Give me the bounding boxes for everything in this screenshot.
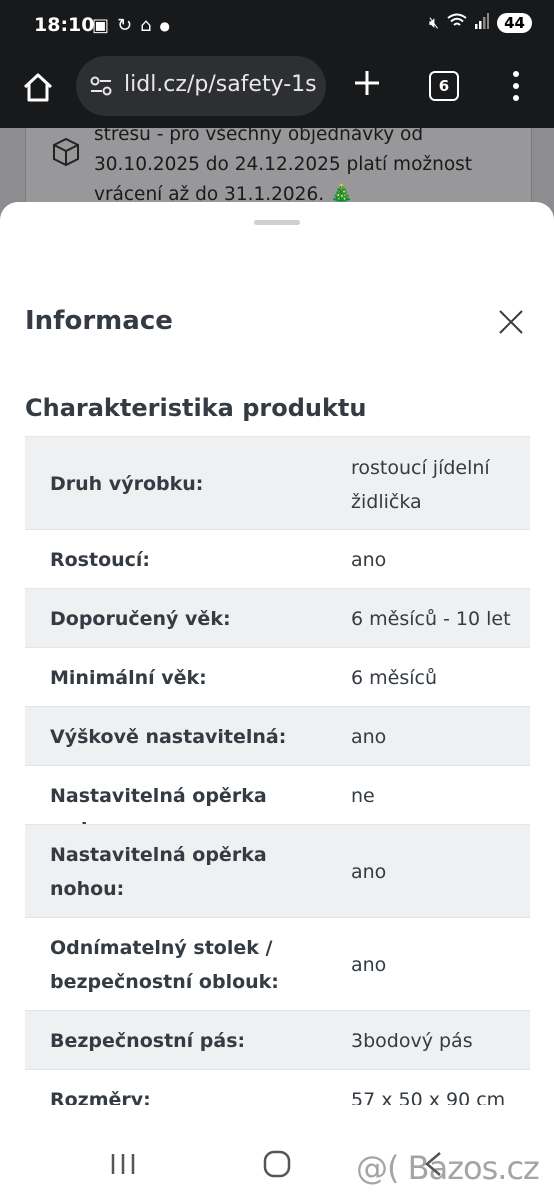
row-value: 3bodový pás [351, 1030, 473, 1052]
sheet-drag-handle[interactable] [254, 220, 300, 225]
row-value: ano [351, 549, 387, 571]
row-key: Rozměry: [50, 1089, 151, 1105]
row-key: Bezpečnostní pás: [50, 1030, 246, 1052]
row-value: 6 měsíců - 10 let [351, 608, 511, 630]
table-row: Nastavitelná opěrka zad: ne [25, 765, 530, 841]
browser-toolbar: lidl.cz/p/safety-1s 6 [0, 56, 554, 128]
battery-indicator: 44 [497, 13, 532, 33]
home-icon [23, 73, 53, 102]
status-bar: 18:10 ▣ ↻ ⌂ ● 🔇︎ 44 [0, 0, 554, 56]
section-title: Charakteristika produktu [25, 394, 367, 422]
table-row: Rozměry: 57 x 50 x 90 cm [25, 1069, 530, 1105]
url-text: lidl.cz/p/safety-1s [124, 72, 317, 97]
recent-apps-button[interactable] [110, 1153, 136, 1175]
row-value: ano [351, 954, 387, 976]
row-value: ano [351, 726, 387, 748]
browser-menu-button[interactable] [506, 68, 526, 104]
row-key: Odnímatelný stolek / bezpečnostní oblouk… [50, 937, 279, 993]
home-circle-icon [263, 1150, 291, 1178]
recents-icon [111, 1154, 135, 1174]
home-notification-icon: ⌂ [140, 15, 152, 36]
plus-icon [355, 71, 379, 95]
screenshot-icon: ▣ [92, 15, 110, 36]
table-row: Doporučený věk: 6 měsíců - 10 let [25, 588, 530, 647]
sync-icon: ↻ [117, 15, 133, 36]
row-value: 6 měsíců [351, 667, 437, 689]
row-value: ne [351, 785, 375, 807]
home-button[interactable] [18, 68, 58, 108]
address-bar[interactable]: lidl.cz/p/safety-1s [76, 56, 326, 116]
new-tab-button[interactable] [350, 66, 384, 100]
notification-icons: ▣ ↻ ⌂ ● [92, 15, 170, 37]
system-navigation-bar: @( Bazos.cz [0, 1105, 554, 1200]
row-key: Nastavitelná opěrka nohou: [50, 844, 267, 900]
signal-icon [475, 13, 490, 33]
close-icon [499, 310, 523, 334]
system-icons: 🔇︎ 44 [429, 13, 532, 33]
watermark: @( Bazos.cz [356, 1149, 540, 1187]
row-value: rostoucí jídelní židlička [351, 457, 490, 513]
row-key: Rostoucí: [50, 549, 151, 571]
dot-icon: ● [159, 19, 171, 33]
row-key: Doporučený věk: [50, 608, 231, 630]
mute-icon: 🔇︎ [429, 13, 440, 32]
information-sheet: Informace Charakteristika produktu Druh … [0, 202, 554, 1105]
row-key: Druh výrobku: [50, 473, 204, 495]
table-row: Nastavitelná opěrka nohou: ano [25, 824, 530, 917]
more-vert-icon [513, 71, 519, 101]
row-value: 57 x 50 x 90 cm [351, 1089, 506, 1105]
package-icon [50, 136, 82, 168]
wifi-icon [447, 13, 467, 33]
banner-text: stresu - pro všechny objednávky od 30.10… [94, 124, 473, 205]
row-value: ano [351, 861, 387, 883]
sheet-title: Informace [25, 306, 173, 336]
row-key: Minimální věk: [50, 667, 207, 689]
table-row: Bezpečnostní pás: 3bodový pás [25, 1010, 530, 1069]
site-settings-icon[interactable] [88, 73, 114, 99]
home-nav-button[interactable] [263, 1150, 291, 1178]
table-row: Rostoucí: ano [25, 529, 530, 588]
table-row: Druh výrobku: rostoucí jídelní židlička [25, 436, 530, 529]
tab-switcher-button[interactable]: 6 [429, 71, 459, 101]
table-row: Výškově nastavitelná: ano [25, 706, 530, 765]
status-time: 18:10 [34, 14, 95, 36]
close-button[interactable] [498, 309, 524, 335]
product-characteristics-table: Druh výrobku: rostoucí jídelní židlička … [25, 436, 530, 1105]
table-row: Odnímatelný stolek / bezpečnostní oblouk… [25, 917, 530, 1010]
table-row: Minimální věk: 6 měsíců [25, 647, 530, 706]
row-key: Výškově nastavitelná: [50, 726, 287, 748]
